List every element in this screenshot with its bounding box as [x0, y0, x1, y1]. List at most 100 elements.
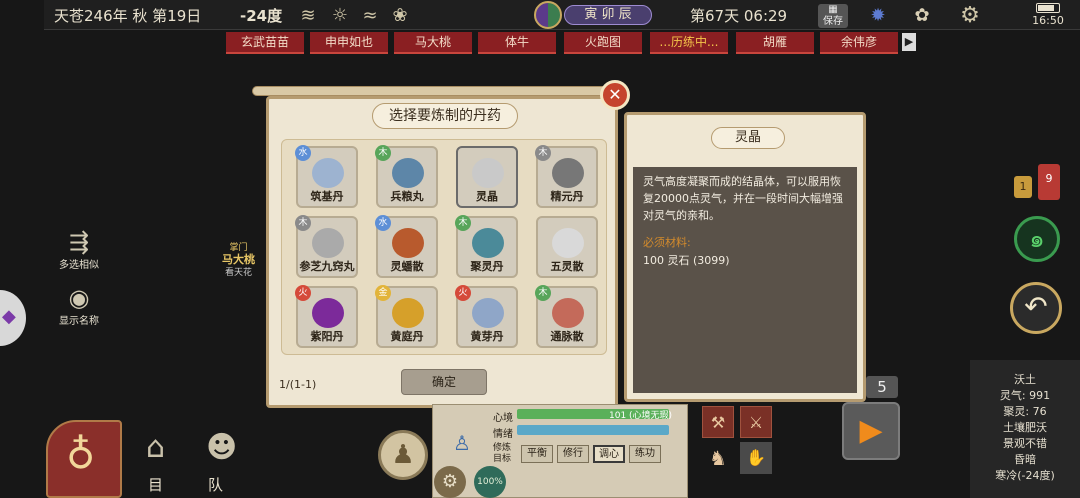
tab-disciple[interactable]: 体牛 [478, 32, 556, 54]
play-button[interactable]: ▶ [842, 402, 900, 460]
tab-disciple[interactable]: 胡雁 [736, 32, 814, 54]
close-button[interactable]: ✕ [600, 80, 630, 110]
element-badge: 木 [535, 145, 551, 161]
pill-grid: 水筑基丹木兵粮丸 灵晶木精元丹木参芝九窍丸水灵蟠散木聚灵丹 五灵散火紫阳丹金黄庭丹火… [281, 139, 607, 355]
house-icon: ⌂ [146, 430, 166, 465]
page-indicator: 1/(1-1) [279, 378, 317, 391]
tab-disciple[interactable]: 申申如也 [310, 32, 388, 54]
team-label: 队列 [208, 476, 224, 498]
multi-select-button[interactable]: ⇶ 多选相似 [52, 228, 106, 271]
tabs-next-arrow-icon[interactable]: ▶ [902, 33, 916, 51]
goal-label: 目标 [148, 476, 164, 498]
pill-name: 兵粮丸 [390, 190, 424, 203]
pill-slot[interactable]: 木通脉散 [535, 285, 598, 348]
pill-slot[interactable]: 金黄庭丹 [375, 285, 438, 348]
training-mind-button[interactable]: 调心 [593, 445, 625, 463]
tile-line: 寒冷(-24度) [995, 469, 1055, 482]
pill-name: 参芝九窍丸 [299, 260, 355, 273]
cloud-icon: ≈ [362, 5, 378, 26]
swirl-icon: ❀ [392, 5, 408, 26]
tab-disciple[interactable]: 马大桃 [394, 32, 472, 54]
element-badge: 金 [375, 285, 391, 301]
action-slot-icon[interactable]: ⚔ [740, 406, 772, 438]
compass-icon[interactable]: ✹ [866, 4, 890, 28]
pill-slot[interactable]: 水灵蟠散 [375, 215, 438, 278]
meditate-button[interactable]: ♟ [378, 430, 428, 480]
element-badge: 木 [375, 145, 391, 161]
item-info-panel: 灵晶 灵气高度凝聚而成的结晶体，可以服用恢复20000点灵气，并在一段时间大幅增… [624, 112, 866, 402]
bg-fragment-3: 看天花 [224, 268, 252, 278]
pill-slot[interactable]: 火紫阳丹 [295, 285, 358, 348]
pill-slot[interactable]: 木参芝九窍丸 [295, 215, 358, 278]
meditation-icon: ♙ [453, 431, 471, 455]
training-balance-button[interactable]: 平衡 [521, 445, 553, 463]
left-edge-handle[interactable]: ◆ [0, 290, 26, 346]
pill-icon [472, 228, 504, 258]
pill-icon [552, 228, 584, 258]
tile-info-panel: 沃土 灵气: 991 聚灵: 76 土壤肥沃 景观不错 昏暗 寒冷(-24度) [970, 360, 1080, 498]
figure-icon[interactable]: ♞ [702, 442, 734, 474]
action-slot-icon[interactable]: ⚒ [702, 406, 734, 438]
gourd-portrait[interactable]: ♁ [46, 420, 122, 498]
notification-badge[interactable]: 1 [1014, 176, 1032, 198]
pill-icon [392, 228, 424, 258]
day-time: 第67天 06:29 [690, 7, 788, 25]
hour-badge: 寅 卯 辰 [564, 5, 652, 25]
bg-fragment-text: 掌门 马大桃 看天花 [222, 242, 255, 279]
tile-line: 灵气: 991 [999, 389, 1051, 402]
pill-slot[interactable]: 火黄芽丹 [455, 285, 518, 348]
emotion-bar [517, 425, 669, 435]
training-skill-button[interactable]: 练功 [629, 445, 661, 463]
pill-name: 灵蟠散 [390, 260, 424, 273]
mood-value: 101 (心境无瑕) [609, 411, 673, 421]
pill-icon [472, 158, 504, 188]
tab-disciple-training[interactable]: ...历练中... [650, 32, 728, 54]
tile-line: 景观不错 [1003, 437, 1047, 450]
gear-icon[interactable]: ⚙ [958, 4, 982, 28]
gourd-icon: ♁ [66, 432, 96, 478]
mood-label: 心境 [493, 413, 513, 424]
pill-name: 紫阳丹 [310, 330, 344, 343]
pill-icon [472, 298, 504, 328]
back-button[interactable]: ↶ [1010, 282, 1062, 334]
element-badge: 木 [535, 285, 551, 301]
element-badge: 木 [295, 215, 311, 231]
pill-slot[interactable]: 木兵粮丸 [375, 145, 438, 208]
save-button[interactable]: ▦ 保存 [818, 4, 848, 28]
emotion-label: 情绪 [493, 429, 513, 440]
pill-slot[interactable]: 木聚灵丹 [455, 215, 518, 278]
pill-slot[interactable]: 五灵散 [536, 216, 598, 278]
pill-icon [392, 298, 424, 328]
spirit-swirl-icon[interactable]: ๑ [1014, 216, 1060, 262]
hand-icon[interactable]: ✋ [740, 442, 772, 474]
tab-disciple[interactable]: 火跑图 [564, 32, 642, 54]
settings-gear-icon[interactable]: ⚙ [434, 466, 466, 498]
game-date: 天苍246年 秋 第19日 [54, 7, 202, 25]
pill-slot[interactable]: 灵晶 [456, 146, 518, 208]
temperature: -24度 [240, 7, 283, 25]
game-screen: 天苍246年 秋 第19日 -24度 ≋ ☼ ≈ ❀ 寅 卯 辰 第67天 06… [0, 0, 1080, 498]
pill-slot[interactable]: 水筑基丹 [295, 145, 358, 208]
pill-icon [392, 158, 424, 188]
pill-slot[interactable]: 木精元丹 [535, 145, 598, 208]
tile-line: 聚灵: 76 [1003, 405, 1047, 418]
pill-name: 精元丹 [550, 190, 584, 203]
alert-badge[interactable]: 9 [1038, 164, 1060, 200]
training-practice-button[interactable]: 修行 [557, 445, 589, 463]
pill-icon [312, 228, 344, 258]
pill-name: 通脉散 [550, 330, 584, 343]
save-label: 保存 [823, 16, 843, 27]
show-names-button[interactable]: ◉ 显示名称 [52, 284, 106, 327]
tab-disciple[interactable]: 余伟彦 [820, 32, 898, 54]
eye-icon: ◉ [68, 284, 90, 312]
top-status-bar: 天苍246年 秋 第19日 -24度 ≋ ☼ ≈ ❀ 寅 卯 辰 第67天 06… [44, 0, 1080, 30]
palette-icon[interactable]: ✿ [910, 4, 934, 28]
element-badge: 木 [455, 215, 471, 231]
gem-icon: ◆ [2, 306, 16, 327]
yinyang-icon[interactable] [534, 1, 562, 29]
tab-disciple[interactable]: 玄武苗苗 [226, 32, 304, 54]
element-badge: 火 [295, 285, 311, 301]
info-title: 灵晶 [711, 127, 785, 149]
confirm-button[interactable]: 确定 [401, 369, 487, 395]
pill-icon [552, 298, 584, 328]
